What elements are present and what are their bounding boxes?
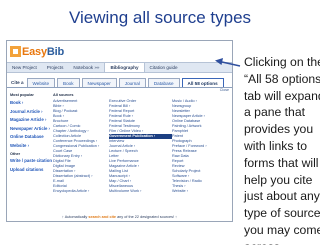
popular-column: Most popular Book › Journal Article › Maga… xyxy=(10,93,53,194)
popular-source-link[interactable]: Magazine Article › xyxy=(10,116,53,125)
easybib-logo[interactable]: Easy Bib xyxy=(10,46,64,58)
other-option-link[interactable]: Upload citations xyxy=(10,166,53,175)
all-sources-column-3: Music / Audio › Newsgroup Newsletter Newspa… xyxy=(172,93,230,194)
tab-all-58-options[interactable]: All 58 options xyxy=(181,78,224,87)
all-sources-column-2: Executive Order Federal Bill › Federal Rep… xyxy=(109,93,172,194)
slide-title: Viewing all source types xyxy=(68,8,252,27)
footer-prefix: ↑ Automatically xyxy=(61,215,89,219)
popular-source-link[interactable]: Journal Article › xyxy=(10,108,53,117)
logo-text-easy: Easy xyxy=(22,45,47,58)
nav-item[interactable]: Bibliography xyxy=(104,63,145,72)
easybib-screenshot: Easy Bib New Project Projects Notebook »» Bi… xyxy=(6,40,233,222)
popular-source-link[interactable]: Online Database xyxy=(10,133,53,142)
caption-line: just about any xyxy=(244,189,320,204)
tab-journal[interactable]: Journal xyxy=(118,78,146,87)
logo-text-bib: Bib xyxy=(46,45,65,58)
caption-line: Clicking on the xyxy=(244,55,320,69)
nav-item[interactable]: Notebook »» xyxy=(68,63,104,72)
footer-note: ↑ Automatically search and cite any of t… xyxy=(7,215,232,219)
caption-line: “All 58 options” xyxy=(244,71,320,86)
main-nav: New Project Projects Notebook »» Bibliograp… xyxy=(7,62,232,73)
popular-source-link[interactable]: Website › xyxy=(10,142,53,151)
source-tabs: Cite a Website Book Newspaper Journal Databa… xyxy=(7,76,232,88)
popular-source-link[interactable]: Book › xyxy=(10,99,53,108)
source-type-link[interactable]: Multivolume Work › xyxy=(109,189,172,194)
caption-line: you may come xyxy=(244,222,320,237)
caption-line: with links to xyxy=(244,138,307,153)
caption-line: help you cite xyxy=(244,172,313,187)
caption-line: tab will expand xyxy=(244,88,320,103)
all-sources-header: All sources xyxy=(53,93,74,97)
tab-database[interactable]: Database xyxy=(147,78,180,87)
popular-source-link[interactable]: Newspaper Article › xyxy=(10,125,53,134)
most-popular-header: Most popular xyxy=(10,93,34,97)
tab-newspaper[interactable]: Newspaper xyxy=(81,78,117,87)
tab-website[interactable]: Website xyxy=(26,78,56,87)
caption-line: a pane that xyxy=(244,105,305,120)
all-sources-column-1: All sources Advertisement Bible › Blog / P… xyxy=(53,93,109,194)
caption-line: across xyxy=(244,239,320,245)
footer-suffix: any of the 22 designated sources! ↑ xyxy=(116,215,178,219)
caption-line: type of source xyxy=(244,206,320,221)
nav-item[interactable]: Citation guide xyxy=(145,63,183,72)
source-type-link[interactable]: Encyclopedia Article › xyxy=(53,189,109,194)
source-type-link[interactable]: Website › xyxy=(172,189,230,194)
nav-item[interactable]: Projects xyxy=(42,63,69,72)
close-link[interactable]: Close xyxy=(220,88,229,92)
other-option-link[interactable]: Write / paste citation xyxy=(10,157,53,166)
cite-a-label: Cite a xyxy=(11,80,24,85)
caption-line: provides you xyxy=(244,122,314,137)
caption-line: forms that will xyxy=(244,155,319,170)
explanation-caption: Clicking on the “All 58 options” tab will … xyxy=(244,54,320,245)
tab-book[interactable]: Book xyxy=(57,78,80,87)
nav-item[interactable]: New Project xyxy=(7,63,42,72)
footer-bold: search and cite xyxy=(88,215,117,219)
logo-mark-icon xyxy=(10,46,21,57)
header-bar: Easy Bib xyxy=(7,41,232,62)
